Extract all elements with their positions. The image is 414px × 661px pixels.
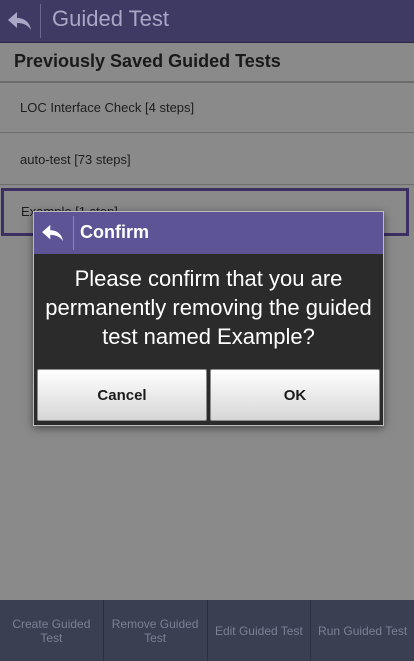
app-header: Guided Test: [0, 0, 414, 43]
page-title: Guided Test: [52, 6, 170, 31]
run-guided-test-button[interactable]: Run Guided Test: [311, 600, 414, 661]
create-guided-test-button[interactable]: Create Guided Test: [0, 600, 104, 661]
dialog-message: Please confirm that you are permanently …: [45, 266, 372, 349]
test-list-item[interactable]: LOC Interface Check [4 steps]: [0, 84, 414, 133]
cancel-button[interactable]: Cancel: [37, 369, 207, 421]
back-arrow-icon: [42, 224, 63, 242]
header-divider: [40, 4, 41, 38]
remove-guided-test-button[interactable]: Remove Guided Test: [104, 600, 208, 661]
dialog-header: Confirm: [34, 212, 383, 254]
dialog-back-button[interactable]: [34, 212, 72, 254]
section-divider: [0, 81, 414, 83]
confirm-dialog: Confirm Please confirm that you are perm…: [33, 211, 384, 426]
back-arrow-icon: [8, 12, 31, 30]
edit-guided-test-button[interactable]: Edit Guided Test: [208, 600, 312, 661]
test-list-item[interactable]: auto-test [73 steps]: [0, 136, 414, 185]
dialog-header-divider: [73, 216, 74, 250]
bottom-toolbar: Create Guided Test Remove Guided Test Ed…: [0, 600, 414, 661]
test-list-item-label: auto-test [73 steps]: [20, 152, 131, 167]
test-list-item-label: LOC Interface Check [4 steps]: [20, 100, 195, 115]
back-button[interactable]: [0, 0, 40, 42]
ok-button[interactable]: OK: [210, 369, 380, 421]
section-title: Previously Saved Guided Tests: [14, 51, 281, 71]
dialog-title: Confirm: [80, 222, 149, 242]
